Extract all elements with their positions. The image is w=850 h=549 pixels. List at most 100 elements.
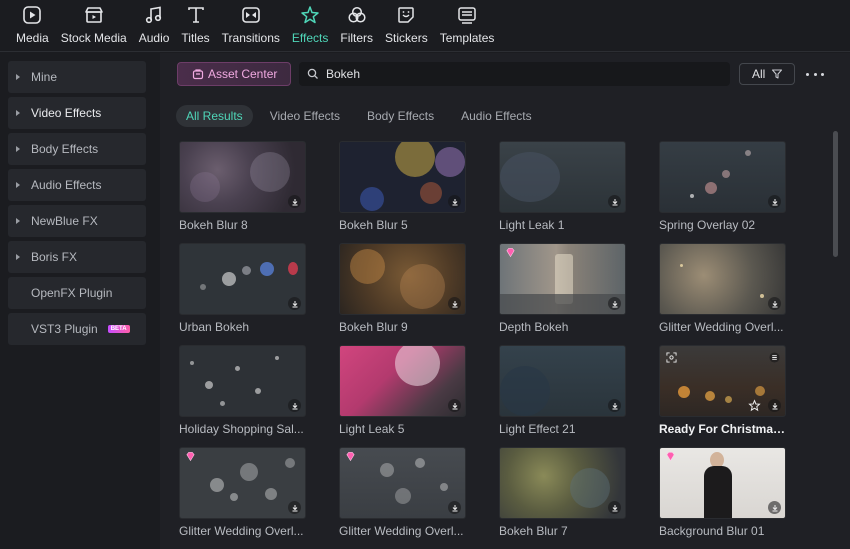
effect-card[interactable]: Light Effect 21	[499, 345, 626, 441]
sidebar-item-label: Audio Effects	[31, 178, 102, 192]
sidebar-item-label: Body Effects	[31, 142, 99, 156]
download-icon[interactable]	[608, 297, 621, 310]
beta-badge: BETA	[107, 325, 130, 333]
sidebar-item-body-effects[interactable]: Body Effects	[8, 133, 146, 165]
effect-card[interactable]: Glitter Wedding Overl...	[339, 447, 466, 543]
effect-card[interactable]: Background Blur 01	[659, 447, 786, 543]
download-icon[interactable]	[768, 195, 781, 208]
effect-thumbnail	[499, 141, 626, 213]
templates-icon	[456, 4, 478, 26]
toolbar-transitions[interactable]: Transitions	[216, 0, 286, 51]
scrollbar-thumb[interactable]	[833, 131, 838, 257]
download-icon[interactable]	[448, 297, 461, 310]
sidebar-item-label: VST3 Plugin	[31, 322, 98, 336]
download-icon[interactable]	[448, 399, 461, 412]
download-icon[interactable]	[448, 501, 461, 514]
effect-card[interactable]: Bokeh Blur 8	[179, 141, 306, 237]
effect-name: Bokeh Blur 8	[179, 218, 248, 232]
effect-name: Holiday Shopping Sal...	[179, 422, 304, 436]
effect-card[interactable]: Ready For Christmas ...	[659, 345, 786, 441]
effect-card[interactable]: Urban Bokeh	[179, 243, 306, 339]
effect-card[interactable]: Spring Overlay 02	[659, 141, 786, 237]
download-icon[interactable]	[608, 195, 621, 208]
effect-thumbnail	[179, 141, 306, 213]
effect-card[interactable]: Bokeh Blur 5	[339, 141, 466, 237]
download-icon[interactable]	[608, 501, 621, 514]
filter-dropdown[interactable]: All	[739, 63, 795, 85]
toolbar-effects[interactable]: Effects	[286, 0, 334, 51]
effect-card[interactable]: Light Leak 5	[339, 345, 466, 441]
effect-name: Spring Overlay 02	[659, 218, 756, 232]
sidebar-item-video-effects[interactable]: Video Effects	[8, 97, 146, 129]
premium-gem-icon	[186, 452, 195, 462]
effect-thumbnail	[659, 141, 786, 213]
filter-circles-icon	[346, 4, 368, 26]
sparkle-star-icon	[299, 4, 321, 26]
effect-card[interactable]: Holiday Shopping Sal...	[179, 345, 306, 441]
toolbar-filters[interactable]: Filters	[334, 0, 379, 51]
music-note-icon	[143, 4, 165, 26]
download-icon[interactable]	[288, 297, 301, 310]
download-icon[interactable]	[608, 399, 621, 412]
favorite-star-icon[interactable]	[748, 399, 761, 412]
tab-video-effects[interactable]: Video Effects	[260, 105, 350, 127]
download-icon[interactable]	[288, 399, 301, 412]
sticker-icon	[395, 4, 417, 26]
toolbar-label: Transitions	[221, 31, 280, 45]
more-options-button[interactable]	[806, 67, 824, 81]
search-input[interactable]: Bokeh	[299, 62, 730, 86]
effect-card[interactable]: Light Leak 1	[499, 141, 626, 237]
expand-arrow-icon	[16, 182, 20, 188]
effect-name: Bokeh Blur 9	[339, 320, 408, 334]
effect-card[interactable]: Bokeh Blur 7	[499, 447, 626, 543]
effect-thumbnail	[339, 243, 466, 315]
premium-gem-icon	[506, 248, 515, 258]
toolbar-titles[interactable]: Titles	[175, 0, 215, 51]
download-icon[interactable]	[448, 195, 461, 208]
download-icon[interactable]	[768, 297, 781, 310]
store-icon	[192, 69, 204, 80]
stock-media-icon	[83, 4, 105, 26]
effect-name: Ready For Christmas ...	[659, 422, 786, 436]
toolbar-label: Media	[16, 31, 49, 45]
effect-thumbnail	[339, 345, 466, 417]
tab-audio-effects[interactable]: Audio Effects	[451, 105, 542, 127]
sidebar-item-boris-fx[interactable]: Boris FX	[8, 241, 146, 273]
toolbar-media[interactable]: Media	[10, 0, 55, 51]
effect-card[interactable]: Glitter Wedding Overl...	[179, 447, 306, 543]
effect-card[interactable]: Bokeh Blur 9	[339, 243, 466, 339]
premium-gem-icon	[346, 452, 355, 462]
toolbar-stock-media[interactable]: Stock Media	[55, 0, 133, 51]
toolbar-audio[interactable]: Audio	[133, 0, 176, 51]
toolbar-stickers[interactable]: Stickers	[379, 0, 434, 51]
sidebar-item-vst3-plugin[interactable]: VST3 Plugin BETA	[8, 313, 146, 345]
download-icon[interactable]	[768, 501, 781, 514]
download-icon[interactable]	[288, 195, 301, 208]
sidebar-item-label: OpenFX Plugin	[31, 286, 113, 300]
sidebar-item-audio-effects[interactable]: Audio Effects	[8, 169, 146, 201]
category-sidebar: Mine Video Effects Body Effects Audio Ef…	[0, 53, 158, 549]
toolbar-templates[interactable]: Templates	[434, 0, 501, 51]
tab-body-effects[interactable]: Body Effects	[357, 105, 444, 127]
effect-name: Bokeh Blur 5	[339, 218, 408, 232]
asset-center-button[interactable]: Asset Center	[177, 62, 291, 86]
effect-card[interactable]: Glitter Wedding Overl...	[659, 243, 786, 339]
top-toolbar: Media Stock Media Audio Titles Transitio…	[0, 0, 850, 52]
filter-funnel-icon	[772, 69, 783, 79]
sidebar-item-label: Boris FX	[31, 250, 78, 264]
premium-gem-icon	[666, 452, 675, 462]
download-icon[interactable]	[768, 399, 781, 412]
effect-card[interactable]: Depth Bokeh	[499, 243, 626, 339]
tab-all-results[interactable]: All Results	[176, 105, 253, 127]
sidebar-item-openfx-plugin[interactable]: OpenFX Plugin	[8, 277, 146, 309]
effect-name: Background Blur 01	[659, 524, 765, 538]
effect-thumbnail	[179, 447, 306, 519]
sidebar-item-newblue-fx[interactable]: NewBlue FX	[8, 205, 146, 237]
toolbar-label: Effects	[291, 31, 329, 45]
menu-lines-icon[interactable]	[769, 352, 780, 363]
asset-center-label: Asset Center	[208, 67, 278, 81]
download-icon[interactable]	[288, 501, 301, 514]
sidebar-item-mine[interactable]: Mine	[8, 61, 146, 93]
effect-thumbnail	[659, 243, 786, 315]
effect-thumbnail	[499, 447, 626, 519]
